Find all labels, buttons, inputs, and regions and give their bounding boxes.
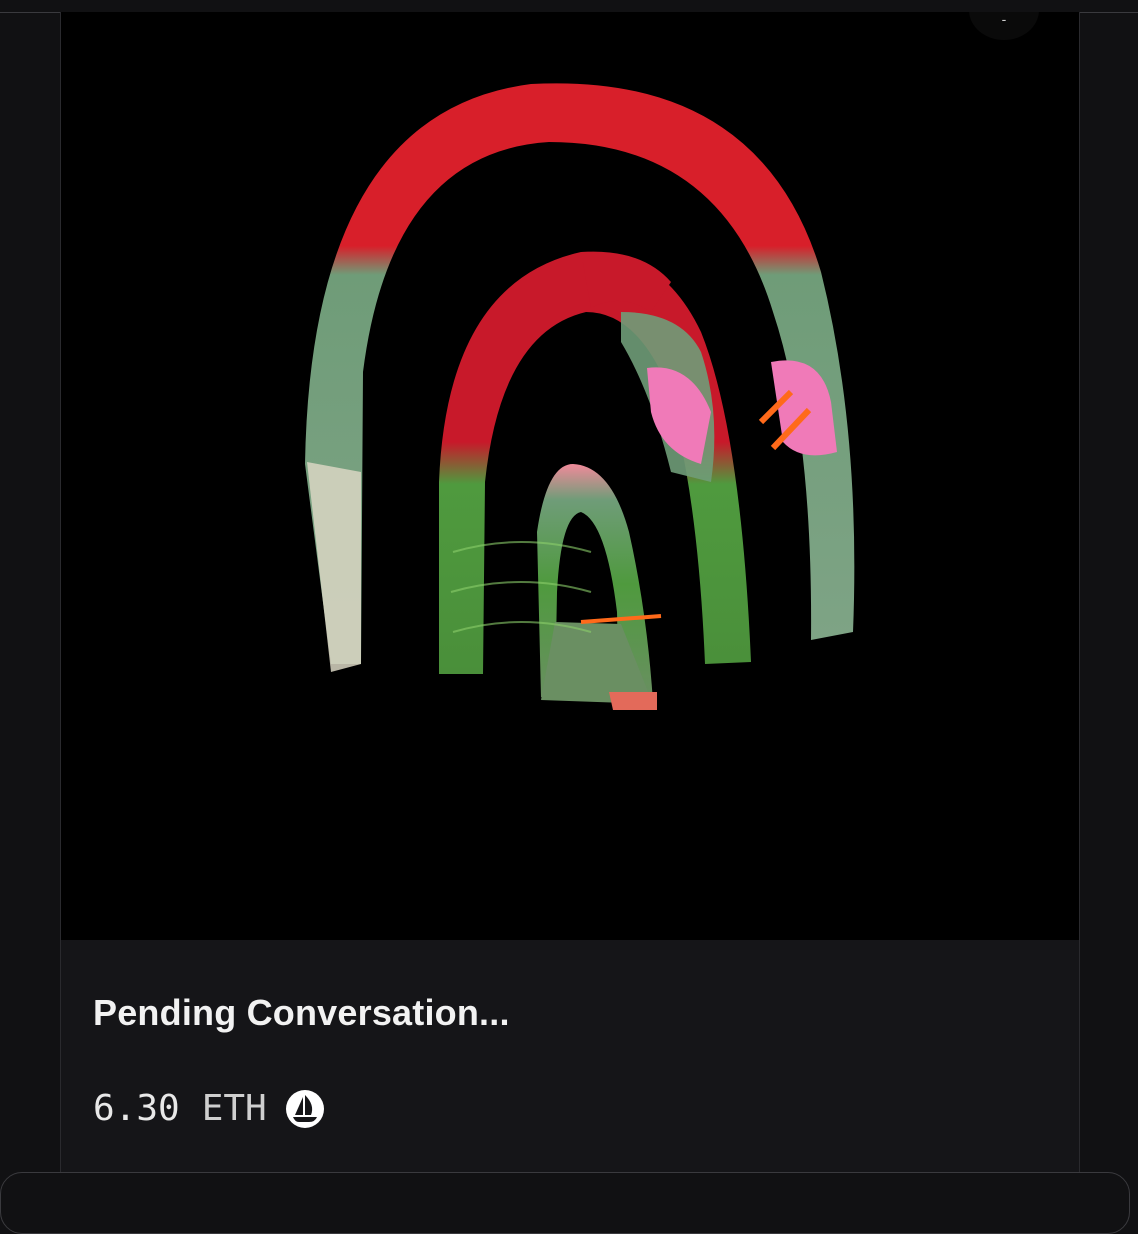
price-amount: 6.30 bbox=[93, 1088, 180, 1129]
nft-card[interactable]: - Pending Conversation... 6.30 ETH bbox=[60, 12, 1080, 1172]
price-currency: ETH bbox=[201, 1088, 267, 1129]
opensea-boat-icon[interactable] bbox=[285, 1089, 325, 1129]
nft-info-panel: Pending Conversation... 6.30 ETH bbox=[61, 940, 1079, 1172]
more-options-label: - bbox=[1001, 12, 1007, 27]
outer-arch-band bbox=[305, 83, 855, 665]
next-card-edge bbox=[0, 1172, 1130, 1234]
rainbow-arch-artwork bbox=[305, 83, 855, 710]
nft-title[interactable]: Pending Conversation... bbox=[93, 992, 510, 1034]
nft-artwork[interactable]: - bbox=[61, 12, 1079, 940]
price-row: 6.30 ETH bbox=[93, 1088, 325, 1129]
